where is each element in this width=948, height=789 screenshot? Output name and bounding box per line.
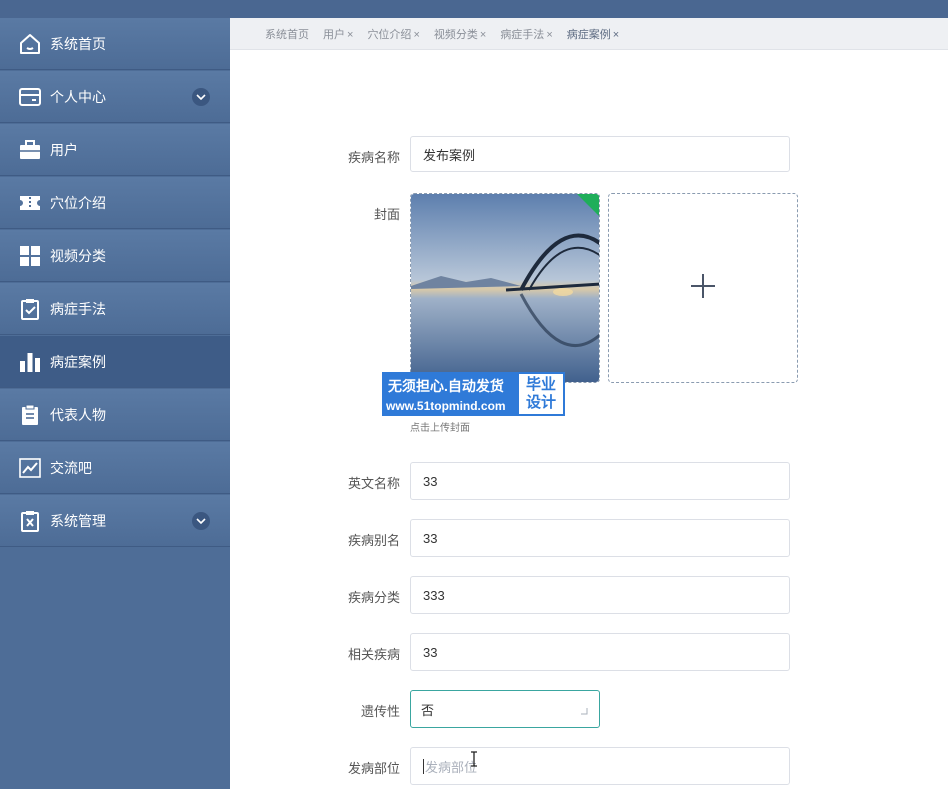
sidebar-item-label: 用户: [50, 141, 78, 158]
close-icon[interactable]: ×: [480, 29, 486, 41]
related-label: 相关疾病: [347, 647, 400, 662]
sidebar-item-label: 病症手法: [50, 300, 106, 317]
hereditary-select[interactable]: 否: [410, 690, 600, 728]
home-icon: [18, 32, 42, 56]
sidebar-item-acupoints[interactable]: 穴位介绍: [0, 177, 230, 229]
close-icon[interactable]: ×: [413, 29, 419, 41]
watermark-banner: 无须担心.自动发货 www.51topmind.com 毕业 设计: [382, 372, 565, 416]
close-icon[interactable]: ×: [347, 29, 353, 41]
sidebar-item-label: 系统首页: [50, 35, 106, 52]
cover-image[interactable]: [410, 193, 600, 383]
disease-name-label: 疾病名称: [347, 150, 400, 165]
tab-users[interactable]: 用户 ×: [323, 26, 353, 42]
briefcase-icon: [18, 138, 42, 162]
disease-name-input[interactable]: 发布案例: [410, 136, 790, 172]
wallet-icon: [18, 85, 42, 109]
plus-icon: [690, 273, 716, 304]
hereditary-label: 遗传性: [360, 704, 400, 719]
tab-home[interactable]: 系统首页: [265, 26, 309, 42]
english-name-label: 英文名称: [347, 476, 400, 491]
sidebar-item-system-admin[interactable]: 系统管理: [0, 495, 230, 547]
sidebar: 系统首页 个人中心 用户 穴位介绍 视频分类 病症手法 病症案例 代表人物 交流…: [0, 18, 230, 789]
sidebar-item-techniques[interactable]: 病症手法: [0, 283, 230, 335]
chevron-down-icon: [579, 704, 589, 719]
tab-techniques[interactable]: 病症手法 ×: [500, 26, 552, 42]
cover-upload-hint: 点击上传封面: [410, 423, 470, 434]
english-name-input[interactable]: 33: [410, 462, 790, 500]
watermark-line1: 无须担心.自动发货: [388, 378, 504, 394]
tab-cases[interactable]: 病症案例 ×: [567, 26, 619, 42]
grid-icon: [18, 244, 42, 268]
clipboard-check-icon: [18, 297, 42, 321]
category-input[interactable]: 333: [410, 576, 790, 614]
alias-input[interactable]: 33: [410, 519, 790, 557]
tab-video-category[interactable]: 视频分类 ×: [434, 26, 486, 42]
chevron-down-icon[interactable]: [192, 87, 210, 106]
watermark-badge: 毕业 设计: [519, 374, 563, 414]
sidebar-item-label: 系统管理: [50, 512, 106, 529]
sidebar-item-forum[interactable]: 交流吧: [0, 442, 230, 494]
site-input[interactable]: 发病部位: [410, 747, 790, 785]
clipboard-list-icon: [18, 403, 42, 427]
sidebar-item-personal-center[interactable]: 个人中心: [0, 71, 230, 123]
chevron-down-icon[interactable]: [192, 511, 210, 530]
sidebar-item-label: 交流吧: [50, 459, 92, 476]
sidebar-item-home[interactable]: 系统首页: [0, 18, 230, 70]
sidebar-item-users[interactable]: 用户: [0, 124, 230, 176]
sidebar-item-label: 穴位介绍: [50, 194, 106, 211]
sidebar-item-video-category[interactable]: 视频分类: [0, 230, 230, 282]
ibeam-cursor-icon: [470, 751, 478, 772]
sidebar-item-label: 视频分类: [50, 247, 106, 264]
cover-label: 封面: [373, 207, 400, 222]
sidebar-item-representatives[interactable]: 代表人物: [0, 389, 230, 441]
sidebar-item-label: 病症案例: [50, 353, 106, 370]
top-header-bar: [0, 0, 948, 18]
alias-label: 疾病别名: [347, 533, 400, 548]
line-chart-icon: [18, 456, 42, 480]
related-input[interactable]: 33: [410, 633, 790, 671]
bar-chart-icon: [18, 350, 42, 374]
watermark-line2: www.51topmind.com: [386, 399, 506, 413]
category-label: 疾病分类: [347, 590, 400, 605]
text-caret: [423, 758, 424, 774]
tab-bar: 系统首页 用户 × 穴位介绍 × 视频分类 × 病症手法 × 病症案例 ×: [230, 18, 948, 50]
cover-upload-button[interactable]: [608, 193, 798, 383]
site-label: 发病部位: [347, 761, 400, 776]
close-icon[interactable]: ×: [613, 29, 619, 41]
clipboard-x-icon: [18, 509, 42, 533]
sidebar-item-label: 代表人物: [50, 406, 106, 423]
ticket-icon: [18, 191, 42, 215]
sidebar-item-cases[interactable]: 病症案例: [0, 336, 230, 388]
tab-acupoints[interactable]: 穴位介绍 ×: [367, 26, 419, 42]
sidebar-item-label: 个人中心: [50, 88, 106, 105]
close-icon[interactable]: ×: [546, 29, 552, 41]
